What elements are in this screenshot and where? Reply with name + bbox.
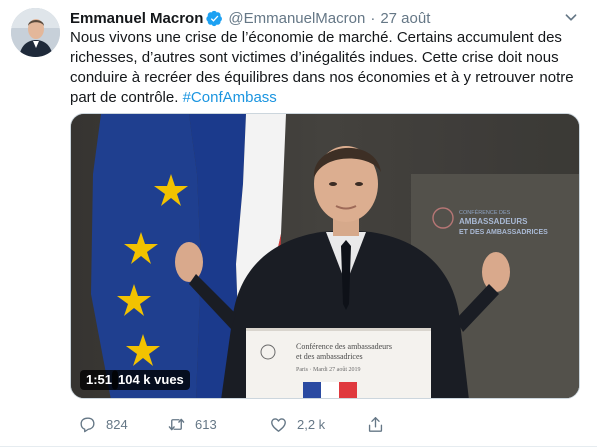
retweet-button[interactable]: 613 — [167, 410, 217, 438]
svg-text:ET DES AMBASSADRICES: ET DES AMBASSADRICES — [459, 229, 548, 236]
reply-count: 824 — [106, 416, 128, 432]
video-views: 104 k vues — [112, 370, 190, 390]
tweet-body: Nous vivons une crise de l’économie de m… — [70, 29, 574, 106]
svg-text:CONFÉRENCE DES: CONFÉRENCE DES — [459, 209, 511, 216]
svg-text:Conférence des ambassadeurs: Conférence des ambassadeurs — [296, 342, 392, 351]
svg-text:AMBASSADEURS: AMBASSADEURS — [459, 217, 528, 226]
svg-text:Paris · Mardi 27 août 2019: Paris · Mardi 27 août 2019 — [296, 367, 361, 373]
retweet-count: 613 — [195, 416, 217, 432]
author-handle[interactable]: @EmmanuelMacron — [228, 10, 365, 27]
chevron-down-icon[interactable] — [560, 6, 582, 28]
avatar-image — [11, 8, 60, 57]
action-bar: 824 613 2,2 k — [70, 410, 580, 438]
video-player[interactable]: CONFÉRENCE DES AMBASSADEURS ET DES AMBAS… — [70, 113, 580, 399]
like-count: 2,2 k — [297, 416, 326, 432]
avatar[interactable] — [11, 8, 60, 57]
share-icon — [368, 416, 383, 432]
separator-dot: · — [370, 9, 376, 27]
tweet-card[interactable]: Emmanuel Macron @EmmanuelMacron · 27 aoû… — [0, 0, 597, 447]
tweet-text: Nous vivons une crise de l’économie de m… — [70, 28, 590, 108]
video-frame: CONFÉRENCE DES AMBASSADEURS ET DES AMBAS… — [71, 114, 579, 398]
hashtag-link[interactable]: #ConfAmbass — [183, 89, 277, 106]
heart-icon — [271, 417, 286, 432]
podium: Conférence des ambassadeurs et des ambas… — [246, 328, 431, 398]
svg-text:et des ambassadrices: et des ambassadrices — [296, 352, 363, 361]
author-name[interactable]: Emmanuel Macron — [70, 10, 203, 27]
retweet-icon — [168, 418, 185, 430]
verified-badge-icon — [206, 10, 223, 26]
share-button[interactable] — [366, 410, 385, 438]
tweet-header: Emmanuel Macron @EmmanuelMacron · 27 aoû… — [70, 8, 430, 28]
reply-icon — [80, 416, 95, 432]
tweet-date[interactable]: 27 août — [380, 10, 430, 27]
like-button[interactable]: 2,2 k — [269, 410, 325, 438]
reply-button[interactable]: 824 — [78, 410, 128, 438]
